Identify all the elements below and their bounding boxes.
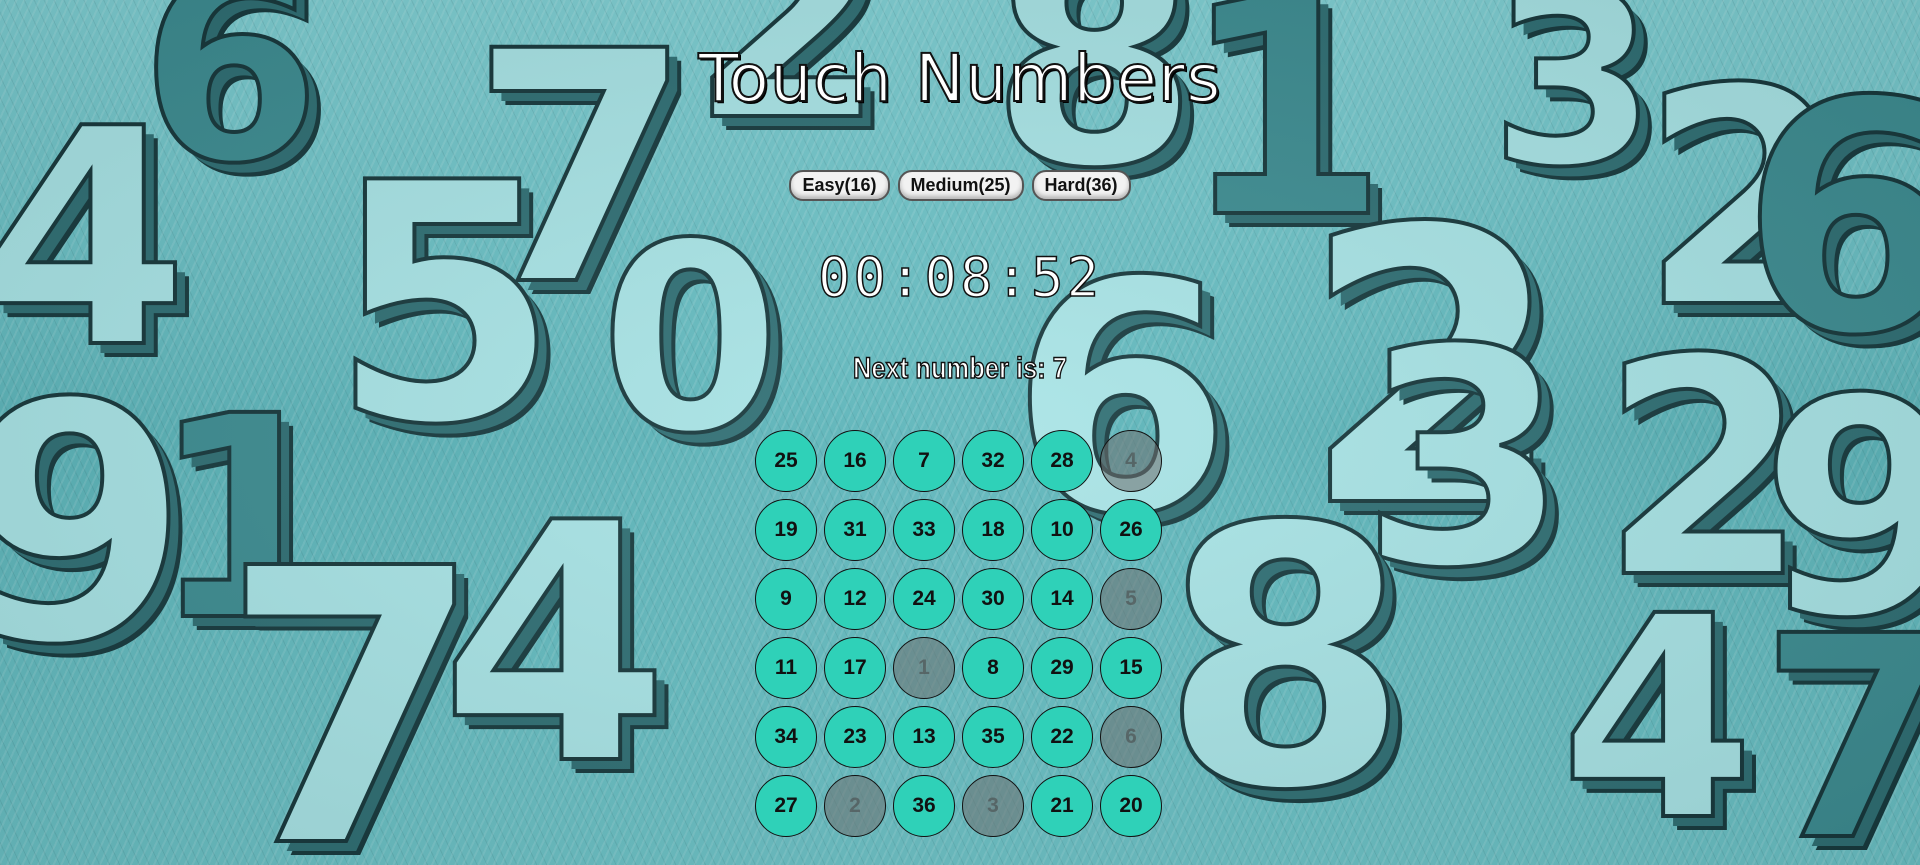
number-cell[interactable]: 30 [962, 568, 1024, 630]
number-cell-completed[interactable]: 2 [824, 775, 886, 837]
number-cell[interactable]: 17 [824, 637, 886, 699]
number-cell-completed[interactable]: 1 [893, 637, 955, 699]
number-cell[interactable]: 32 [962, 430, 1024, 492]
difficulty-selector: Easy(16) Medium(25) Hard(36) [0, 170, 1920, 201]
number-cell[interactable]: 34 [755, 706, 817, 768]
number-cell[interactable]: 24 [893, 568, 955, 630]
number-cell[interactable]: 16 [824, 430, 886, 492]
number-cell-completed[interactable]: 5 [1100, 568, 1162, 630]
number-cell[interactable]: 19 [755, 499, 817, 561]
number-cell[interactable]: 11 [755, 637, 817, 699]
number-cell[interactable]: 33 [893, 499, 955, 561]
number-cell[interactable]: 36 [893, 775, 955, 837]
number-cell[interactable]: 22 [1031, 706, 1093, 768]
number-cell[interactable]: 21 [1031, 775, 1093, 837]
number-cell[interactable]: 23 [824, 706, 886, 768]
number-cell[interactable]: 7 [893, 430, 955, 492]
number-cell[interactable]: 12 [824, 568, 886, 630]
number-cell[interactable]: 25 [755, 430, 817, 492]
next-number-label: Next number is: [852, 351, 1053, 386]
number-cell[interactable]: 10 [1031, 499, 1093, 561]
number-cell-completed[interactable]: 3 [962, 775, 1024, 837]
number-cell[interactable]: 9 [755, 568, 817, 630]
number-board: 25 16 7 32 28 4 19 31 33 18 10 26 9 12 24 30 14 5 11 17 1 8 29… [755, 430, 1164, 839]
next-number-value: 7 [1052, 351, 1067, 386]
game-container: Touch Numbers Easy(16) Medium(25) Hard(3… [0, 0, 1920, 865]
game-timer: 00:08:52 [817, 245, 1103, 310]
number-cell[interactable]: 27 [755, 775, 817, 837]
number-cell-completed[interactable]: 4 [1100, 430, 1162, 492]
number-cell[interactable]: 8 [962, 637, 1024, 699]
number-cell[interactable]: 35 [962, 706, 1024, 768]
easy-level-button[interactable]: Easy(16) [789, 170, 890, 201]
number-cell[interactable]: 13 [893, 706, 955, 768]
number-cell[interactable]: 15 [1100, 637, 1162, 699]
page-title: Touch Numbers [698, 39, 1222, 118]
number-cell[interactable]: 26 [1100, 499, 1162, 561]
medium-level-button[interactable]: Medium(25) [897, 170, 1024, 201]
number-cell[interactable]: 14 [1031, 568, 1093, 630]
number-cell[interactable]: 28 [1031, 430, 1093, 492]
number-cell[interactable]: 31 [824, 499, 886, 561]
hard-level-button[interactable]: Hard(36) [1031, 170, 1131, 201]
number-cell[interactable]: 20 [1100, 775, 1162, 837]
next-number-indicator: Next number is: 7 [144, 351, 1776, 386]
number-cell[interactable]: 18 [962, 499, 1024, 561]
number-cell-completed[interactable]: 6 [1100, 706, 1162, 768]
number-cell[interactable]: 29 [1031, 637, 1093, 699]
